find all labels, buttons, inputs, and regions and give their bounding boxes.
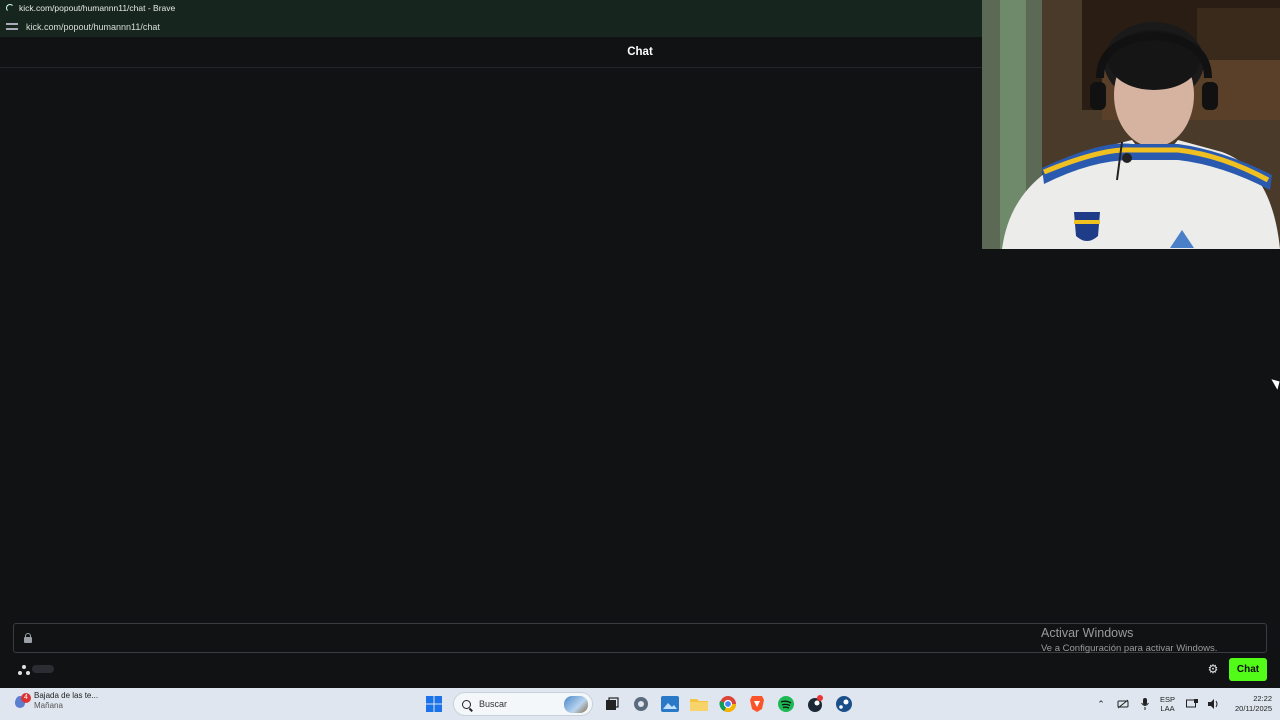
- clock-time: 22:22: [1253, 694, 1272, 703]
- search-placeholder: Buscar: [479, 699, 508, 709]
- weather-title: Bajada de las te...: [34, 691, 99, 700]
- brave-icon[interactable]: [747, 694, 767, 714]
- keyboard-layout: LAA: [1160, 704, 1175, 713]
- settings-icon[interactable]: [631, 694, 651, 714]
- chevron-up-icon[interactable]: ⌃: [1094, 697, 1108, 711]
- activate-windows-watermark: Activar Windows Ve a Configuración para …: [1041, 626, 1217, 654]
- photos-icon[interactable]: [660, 694, 680, 714]
- emote-icon[interactable]: [18, 665, 30, 677]
- loading-spinner-icon: [6, 4, 14, 12]
- system-tray: ⌃ ESP LAA 22:22 20/11/2025: [1094, 692, 1272, 716]
- clock-date: 20/11/2025: [1235, 704, 1272, 713]
- gear-icon[interactable]: ⚙: [1206, 662, 1220, 676]
- steam-notification-icon[interactable]: [805, 694, 825, 714]
- webcam-image: [982, 0, 1280, 249]
- weather-icon: 4: [12, 692, 31, 710]
- url-text[interactable]: kick.com/popout/humannn11/chat: [26, 22, 160, 32]
- volume-icon[interactable]: [1207, 697, 1221, 711]
- file-explorer-icon[interactable]: [689, 694, 709, 714]
- chat-status-pill: [32, 665, 54, 673]
- task-view-icon[interactable]: [602, 694, 622, 714]
- system-clock[interactable]: 22:22 20/11/2025: [1235, 694, 1272, 714]
- search-highlight-icon: [564, 696, 588, 713]
- weather-subtitle: Mañana: [34, 701, 63, 710]
- weather-widget[interactable]: 4 Bajada de las te... Mañana: [12, 691, 98, 711]
- chat-toolbar: ⚙ Chat: [0, 656, 1280, 686]
- spotify-icon[interactable]: [776, 694, 796, 714]
- taskbar-search[interactable]: Buscar: [453, 692, 593, 716]
- address-bar[interactable]: kick.com/popout/humannn11/chat: [0, 16, 982, 37]
- window-title: kick.com/popout/humannn11/chat - Brave: [19, 3, 176, 13]
- microphone-icon[interactable]: [1138, 697, 1152, 711]
- display-icon[interactable]: [1185, 697, 1199, 711]
- webcam-overlay: [982, 0, 1280, 249]
- taskbar-pinned-apps: Buscar: [424, 692, 863, 716]
- lock-icon: [24, 633, 32, 643]
- browser-title-bar: kick.com/popout/humannn11/chat - Brave: [0, 0, 982, 16]
- send-chat-button[interactable]: Chat: [1229, 658, 1267, 681]
- language-indicator[interactable]: ESP LAA: [1160, 695, 1175, 713]
- chat-title: Chat: [627, 46, 653, 58]
- chrome-icon[interactable]: [718, 694, 738, 714]
- search-icon: [462, 699, 471, 709]
- steam-icon[interactable]: [834, 694, 854, 714]
- network-disabled-icon[interactable]: [1116, 697, 1130, 711]
- watermark-title: Activar Windows: [1041, 626, 1134, 640]
- watermark-subtitle: Ve a Configuración para activar Windows.: [1041, 643, 1218, 654]
- weather-badge: 4: [21, 693, 31, 703]
- site-settings-icon[interactable]: [6, 22, 18, 32]
- windows-taskbar: 4 Bajada de las te... Mañana Buscar ⌃ ES…: [0, 688, 1280, 720]
- windows-start-icon[interactable]: [424, 694, 444, 714]
- language-code: ESP: [1160, 695, 1176, 704]
